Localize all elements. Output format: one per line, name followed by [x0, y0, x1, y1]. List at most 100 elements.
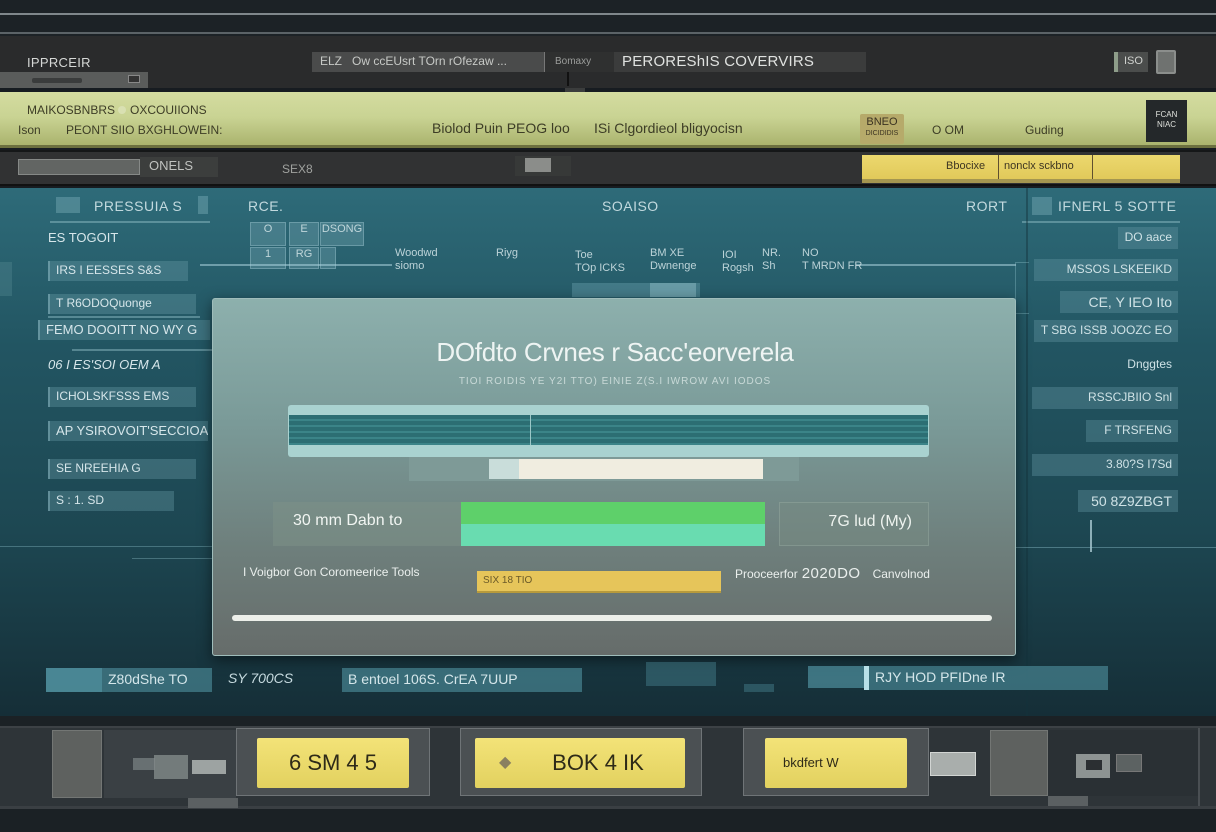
dialog-title: DOfdto Crvnes r Sacc'eorverela — [436, 337, 794, 367]
left-item[interactable]: FEMO DOOITT NO WY G — [38, 320, 210, 340]
ribbon-label[interactable]: Ison — [18, 123, 41, 137]
display-button-2-label: BOK 4 IK — [552, 750, 644, 775]
mid-label: IOI Rogsh — [722, 249, 754, 274]
ribbon-action-button[interactable]: BNEO DICIDIDIS — [860, 114, 904, 144]
arrow-icon: ◆ — [499, 754, 512, 771]
ribbon-label[interactable]: OXCOUIIONS — [130, 103, 207, 117]
bracket-line — [1015, 262, 1029, 314]
bottom-tag[interactable]: B entoel 106S. CrEA 7UUP — [342, 668, 582, 692]
col-header[interactable]: RCE. — [248, 198, 283, 214]
yellow-input[interactable]: SIX 18 TIO — [477, 571, 721, 593]
right-panel-header: IFNERL 5 SOTTE — [1058, 198, 1177, 214]
dialog-input-row — [409, 457, 799, 481]
left-item[interactable]: SE NREEHIA G — [48, 459, 196, 479]
edge-tab — [0, 262, 12, 296]
tag-swatch — [46, 668, 102, 692]
sub-mini-button[interactable] — [515, 156, 571, 176]
device-tab — [1048, 796, 1088, 806]
progress-fill-top — [461, 502, 765, 524]
grid-cell[interactable]: DSONG — [320, 222, 364, 246]
ribbon-status: O OM — [932, 123, 964, 137]
bottom-tag[interactable]: RJY HOD PFIDne IR — [864, 666, 1108, 690]
rail — [0, 806, 1216, 809]
header-tab — [198, 196, 208, 214]
progress-bar — [461, 502, 765, 546]
slider-end-icon — [128, 75, 140, 83]
yellow-tab[interactable]: nonclx sckbno — [1004, 160, 1074, 172]
right-item[interactable]: F TRSFENG — [1086, 420, 1178, 442]
bottom-tag[interactable]: Z80dShe TO — [102, 668, 212, 692]
mid-label: Toe TOp ICKS — [575, 249, 625, 274]
bottom-tag: SY 700CS — [228, 670, 294, 686]
left-item[interactable]: IRS I EESSES S&S — [48, 261, 188, 281]
track-line — [856, 264, 1016, 266]
mid-label: Woodwd siomo — [395, 247, 438, 272]
search-input[interactable]: ELZ Ow ccEUsrt TOrn rOfezaw ... — [312, 52, 544, 72]
top-strip — [0, 0, 1216, 36]
mid-label: NO T MRDN FR — [802, 247, 863, 272]
bay-divider — [1198, 728, 1200, 806]
display-button-3[interactable]: bkdfert W — [765, 738, 907, 788]
sub-number: SEX8 — [282, 162, 313, 176]
mid-label: Riyg — [496, 247, 519, 259]
display-button-2[interactable]: ◆ BOK 4 IK — [475, 738, 685, 788]
left-item[interactable]: 06 I ES'SOI OEM A — [48, 357, 161, 372]
divider — [1022, 221, 1180, 223]
left-panel-header: PRESSUIA S — [94, 198, 183, 214]
mid-label: NR. Sh — [762, 247, 781, 272]
yellow-tab[interactable]: Bbocixe — [946, 160, 985, 172]
app-slider[interactable] — [0, 72, 148, 88]
header-tab — [56, 197, 80, 213]
device-icon — [1116, 754, 1142, 772]
col-header[interactable]: RORT — [966, 198, 1007, 214]
app-label: IPPRCEIR — [27, 55, 91, 70]
col-header[interactable]: SOAISO — [602, 198, 659, 214]
left-item[interactable]: T R6ODOQuonge — [48, 294, 196, 314]
window-title: PEROREShIS COVERVIRS — [614, 52, 866, 72]
sub-label[interactable]: ONELS — [140, 157, 218, 177]
window-button-iso[interactable]: ISO — [1114, 52, 1148, 72]
info-right: Prooceerfor 2020DO Canvolnod — [735, 565, 930, 582]
dialog-scrollbar[interactable] — [232, 615, 992, 621]
ribbon-label[interactable]: MAIKOSBNBRS — [27, 103, 115, 117]
grid-cell[interactable]: E — [289, 222, 319, 246]
dialog-input[interactable] — [489, 459, 763, 479]
left-item[interactable]: ES TOGOIT — [48, 230, 118, 245]
ribbon-label[interactable]: PEONT SIIO BXGHLOWEIN: — [66, 123, 222, 137]
right-item[interactable]: 50 8Z9ZBGT — [1078, 490, 1178, 512]
divider — [72, 349, 212, 351]
search-dropdown[interactable]: Bomaxy — [544, 52, 614, 72]
dialog-subtitle: TIOI ROIDIS YE Y2I TTO) EINIE Z(S.I IWRO… — [458, 376, 772, 387]
sub-input[interactable] — [18, 159, 140, 175]
dark-button-line: FCAN — [1155, 110, 1178, 119]
header-tab — [1032, 197, 1052, 215]
device-icon — [930, 752, 976, 776]
right-item[interactable]: T SBG ISSB JOOZC EO — [1034, 320, 1178, 342]
window-square-icon[interactable] — [1156, 50, 1176, 74]
ribbon-dark-button[interactable]: FCAN NIAC — [1146, 100, 1187, 142]
progress-right-label: 7G lud (My) — [779, 502, 929, 546]
right-item[interactable]: DO aace — [1118, 227, 1178, 249]
divider — [50, 221, 210, 223]
grid-cell[interactable]: O — [250, 222, 286, 246]
device-icon — [192, 760, 226, 774]
slider-knob[interactable] — [32, 78, 82, 83]
divider — [48, 316, 200, 318]
left-item[interactable]: AP YSIROVOIT'SECCIOA — [48, 421, 208, 441]
device-icon — [154, 755, 188, 779]
ribbon-status: Guding — [1025, 123, 1064, 137]
right-item[interactable]: MSSOS LSKEEIKD — [1034, 259, 1178, 281]
tag-swatch — [646, 662, 716, 686]
mini-slider-thumb[interactable] — [650, 283, 696, 297]
sub-yellow-tabs: Bbocixe nonclx sckbno — [862, 155, 1180, 183]
left-item[interactable]: ICHOLSKFSSS EMS — [48, 387, 196, 407]
bay-gray-block — [990, 730, 1048, 796]
radio-dot-icon[interactable] — [118, 106, 126, 114]
right-item[interactable]: CE, Y IEO Ito — [1060, 291, 1178, 313]
right-item[interactable]: 3.80?S I7Sd — [1032, 454, 1178, 476]
dark-button-line: NIAC — [1156, 120, 1177, 129]
right-item[interactable]: Dnggtes — [1110, 354, 1178, 376]
display-button-1[interactable]: 6 SM 4 5 — [257, 738, 409, 788]
left-item[interactable]: S : 1. SD — [48, 491, 174, 511]
right-item[interactable]: RSSCJBIIO Snl — [1032, 387, 1178, 409]
